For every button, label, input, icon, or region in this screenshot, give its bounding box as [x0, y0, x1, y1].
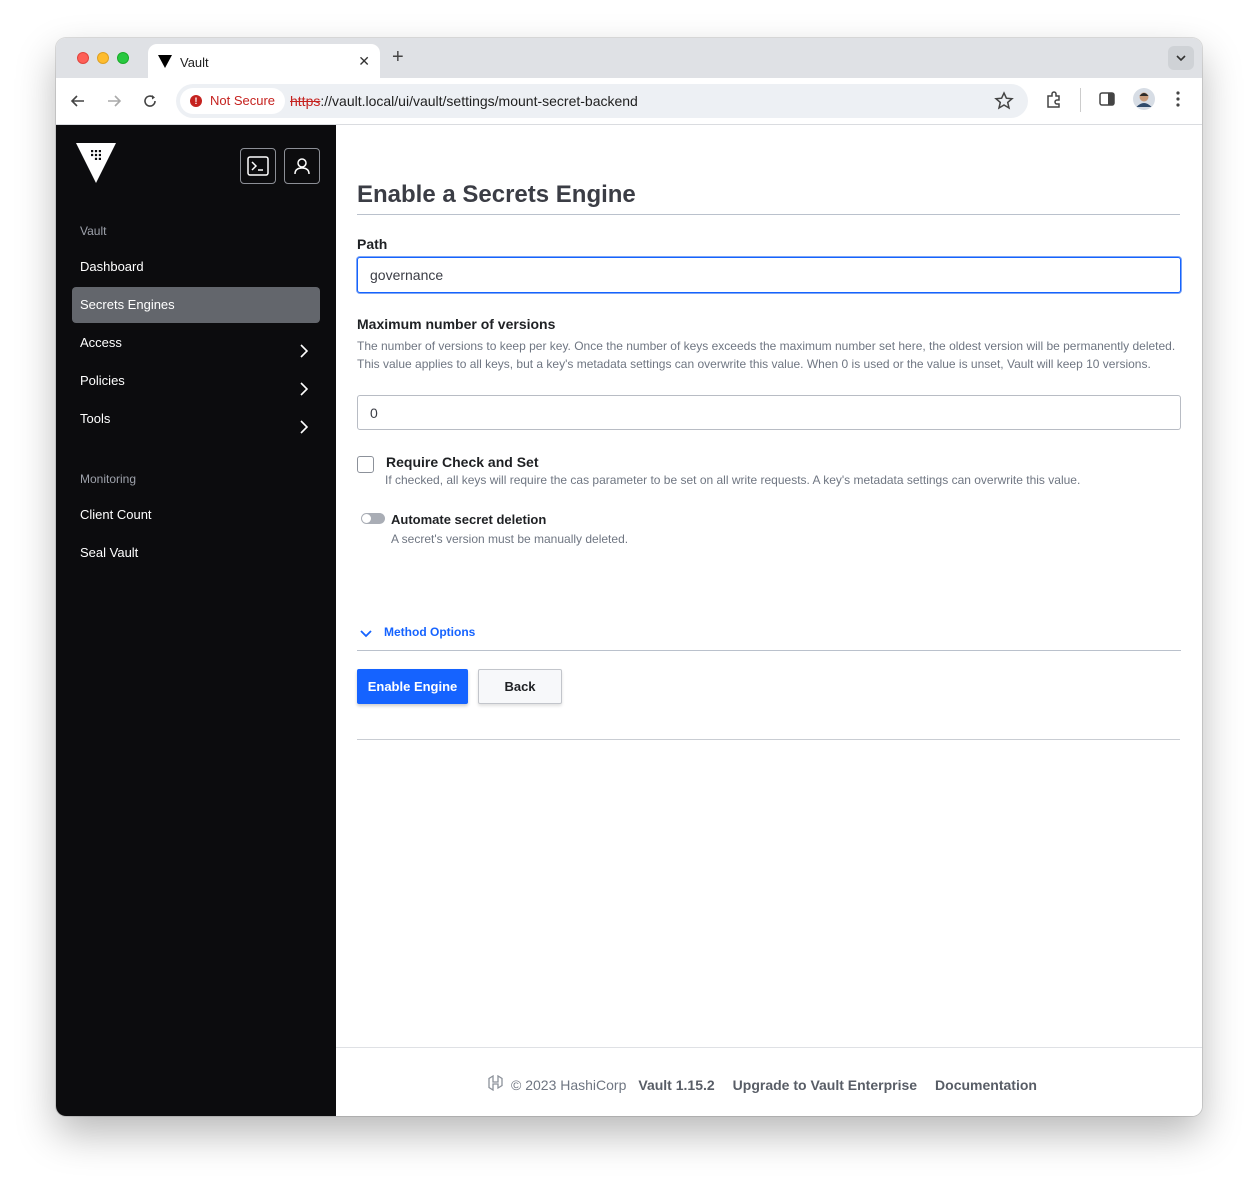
tab-search-button[interactable] — [1168, 46, 1194, 70]
sidebar-item-label: Client Count — [80, 507, 152, 522]
max-versions-label: Maximum number of versions — [357, 316, 556, 332]
sidebar-item-client-count[interactable]: Client Count — [72, 497, 320, 533]
main-content: Enable a Secrets Engine Path Maximum num… — [336, 125, 1202, 1116]
path-input[interactable] — [357, 257, 1181, 293]
upgrade-link[interactable]: Upgrade to Vault Enterprise — [733, 1077, 917, 1093]
form-bottom-divider — [357, 739, 1180, 740]
back-arrow-icon[interactable] — [68, 91, 88, 111]
page-title: Enable a Secrets Engine — [357, 181, 636, 208]
footer-version: Vault 1.15.2 — [638, 1076, 715, 1093]
chevron-down-icon — [1176, 55, 1186, 61]
footer-copyright: © 2023 HashiCorp — [511, 1076, 627, 1093]
url-text: https://vault.local/ui/vault/settings/mo… — [290, 93, 638, 109]
address-bar[interactable]: ! Not Secure https://vault.local/ui/vaul… — [176, 84, 1028, 118]
user-icon — [294, 158, 310, 175]
sidebar-section-monitoring: Monitoring — [80, 472, 137, 486]
sidebar-item-tools[interactable]: Tools — [72, 401, 320, 437]
terminal-icon — [247, 156, 269, 176]
vault-logo-icon[interactable] — [76, 143, 116, 188]
chevron-right-icon — [300, 412, 309, 448]
sidebar-item-dashboard[interactable]: Dashboard — [72, 249, 320, 285]
console-button[interactable] — [240, 148, 276, 184]
window-controls — [77, 52, 129, 64]
browser-toolbar: ! Not Secure https://vault.local/ui/vaul… — [56, 78, 1202, 125]
browser-menu-icon[interactable] — [1174, 90, 1182, 113]
sidebar-item-secrets-engines[interactable]: Secrets Engines — [72, 287, 320, 323]
footer: © 2023 HashiCorp Vault 1.15.2 Upgrade to… — [336, 1047, 1202, 1116]
hashicorp-logo-icon — [488, 1074, 503, 1094]
sidebar-item-label: Dashboard — [80, 259, 144, 274]
sidebar-item-access[interactable]: Access — [72, 325, 320, 361]
require-cas-label[interactable]: Require Check and Set — [386, 454, 539, 470]
tab-strip: Vault ✕ + — [56, 38, 1202, 78]
method-options-divider — [357, 650, 1181, 651]
automate-deletion-toggle[interactable] — [361, 513, 385, 524]
back-button[interactable]: Back — [478, 669, 562, 704]
security-label: Not Secure — [210, 93, 276, 108]
sidebar-item-label: Seal Vault — [80, 545, 139, 560]
sidebar-item-label: Policies — [80, 373, 125, 388]
sidebar-item-seal-vault[interactable]: Seal Vault — [72, 535, 320, 571]
tab-close-icon[interactable]: ✕ — [358, 53, 370, 70]
vault-favicon-icon — [158, 55, 172, 73]
max-versions-help: The number of versions to keep per key. … — [357, 339, 1176, 371]
minimize-window-button[interactable] — [97, 52, 109, 64]
sidebar-section-vault: Vault — [80, 224, 107, 238]
warning-icon: ! — [190, 95, 202, 107]
profile-avatar[interactable] — [1133, 88, 1155, 115]
sidebar-item-label: Access — [80, 335, 122, 350]
sidebar: Vault Dashboard Secrets Engines Access P… — [56, 125, 336, 1116]
automate-deletion-help: A secret's version must be manually dele… — [391, 532, 629, 546]
require-cas-checkbox[interactable] — [357, 456, 374, 473]
side-panel-icon[interactable] — [1098, 90, 1116, 113]
extensions-puzzle-icon[interactable] — [1044, 90, 1064, 115]
browser-window: Vault ✕ + ! Not Secure https://vault.loc… — [56, 38, 1202, 1116]
sidebar-item-label: Secrets Engines — [80, 297, 175, 312]
forward-arrow-icon[interactable] — [104, 91, 124, 111]
tab-title: Vault — [180, 55, 209, 70]
documentation-link[interactable]: Documentation — [935, 1077, 1037, 1093]
browser-tab[interactable]: Vault ✕ — [148, 44, 380, 78]
maximize-window-button[interactable] — [117, 52, 129, 64]
url-scheme: https — [290, 93, 321, 109]
sidebar-item-label: Tools — [80, 411, 111, 426]
reload-icon[interactable] — [140, 91, 160, 111]
url-rest: ://vault.local/ui/vault/settings/mount-s… — [320, 93, 638, 109]
bookmark-star-icon[interactable] — [994, 91, 1014, 116]
max-versions-input[interactable] — [357, 395, 1181, 430]
title-divider — [357, 214, 1180, 215]
path-label: Path — [357, 236, 388, 252]
method-options-label: Method Options — [384, 625, 476, 639]
enable-engine-button[interactable]: Enable Engine — [357, 669, 468, 704]
new-tab-button[interactable]: + — [392, 47, 404, 67]
security-indicator[interactable]: ! Not Secure — [180, 88, 286, 114]
user-menu-button[interactable] — [284, 148, 320, 184]
automate-deletion-label[interactable]: Automate secret deletion — [391, 512, 546, 527]
toolbar-divider — [1080, 88, 1081, 112]
require-cas-help: If checked, all keys will require the ca… — [385, 473, 1081, 487]
chevron-down-icon — [360, 627, 372, 641]
sidebar-item-policies[interactable]: Policies — [72, 363, 320, 399]
close-window-button[interactable] — [77, 52, 89, 64]
